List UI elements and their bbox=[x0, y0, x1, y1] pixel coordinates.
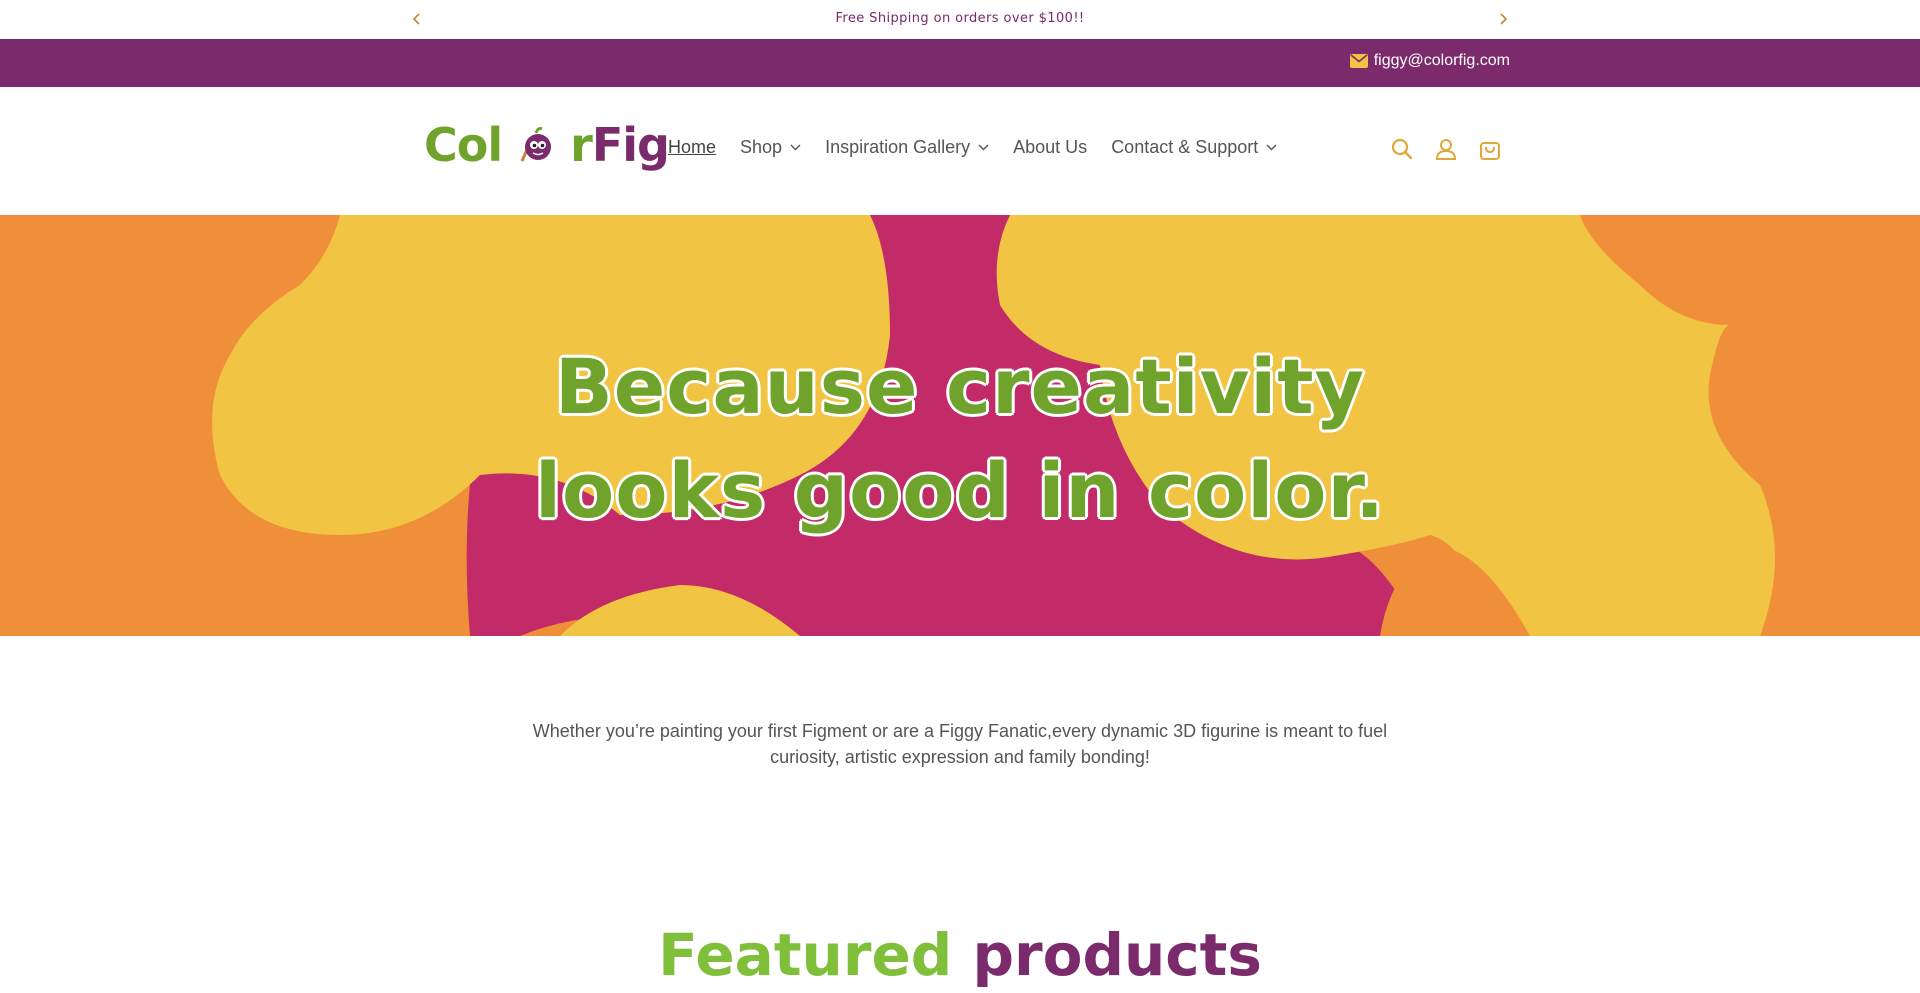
announcement-next-button[interactable] bbox=[1492, 8, 1514, 30]
chevron-down-icon bbox=[978, 144, 989, 151]
nav-item-home[interactable]: Home bbox=[668, 137, 716, 158]
contact-bar: figgy@colorfig.com bbox=[0, 39, 1920, 87]
intro-text: Whether you’re painting your first Figme… bbox=[532, 721, 1388, 767]
search-icon bbox=[1391, 138, 1413, 160]
account-button[interactable] bbox=[1434, 137, 1458, 161]
featured-products-heading: Featured products bbox=[658, 921, 1262, 989]
announcement-message: Free Shipping on orders over $100!! bbox=[835, 11, 1085, 26]
envelope-icon bbox=[1349, 54, 1368, 68]
cart-icon bbox=[1480, 142, 1500, 160]
colorfig-logo[interactable]: Col rFig bbox=[424, 115, 670, 175]
announcement-bar: Free Shipping on orders over $100!! bbox=[0, 0, 1920, 39]
header-icons bbox=[1390, 137, 1502, 161]
main-nav: Home Shop Inspiration Gallery About Us C… bbox=[668, 137, 1301, 158]
hero-heading: Because creativity looks good in color. bbox=[534, 342, 1386, 535]
nav-item-about-us[interactable]: About Us bbox=[1013, 137, 1087, 158]
chevron-down-icon bbox=[790, 144, 801, 151]
nav-item-shop[interactable]: Shop bbox=[740, 137, 801, 158]
chevron-right-icon bbox=[1500, 13, 1508, 25]
account-icon bbox=[1435, 139, 1457, 160]
fig-mascot-icon bbox=[520, 127, 552, 162]
cart-button[interactable] bbox=[1478, 137, 1502, 161]
hero-banner: Because creativity looks good in color. bbox=[0, 215, 1920, 636]
chevron-down-icon bbox=[1266, 144, 1277, 151]
email-text: figgy@colorfig.com bbox=[1373, 52, 1510, 69]
email-link[interactable]: figgy@colorfig.com bbox=[1349, 52, 1510, 70]
nav-item-contact-support[interactable]: Contact & Support bbox=[1111, 137, 1277, 158]
nav-item-inspiration-gallery[interactable]: Inspiration Gallery bbox=[825, 137, 989, 158]
search-button[interactable] bbox=[1390, 137, 1414, 161]
site-header: Col rFig Home Shop Inspiration Gallery A… bbox=[0, 87, 1920, 215]
